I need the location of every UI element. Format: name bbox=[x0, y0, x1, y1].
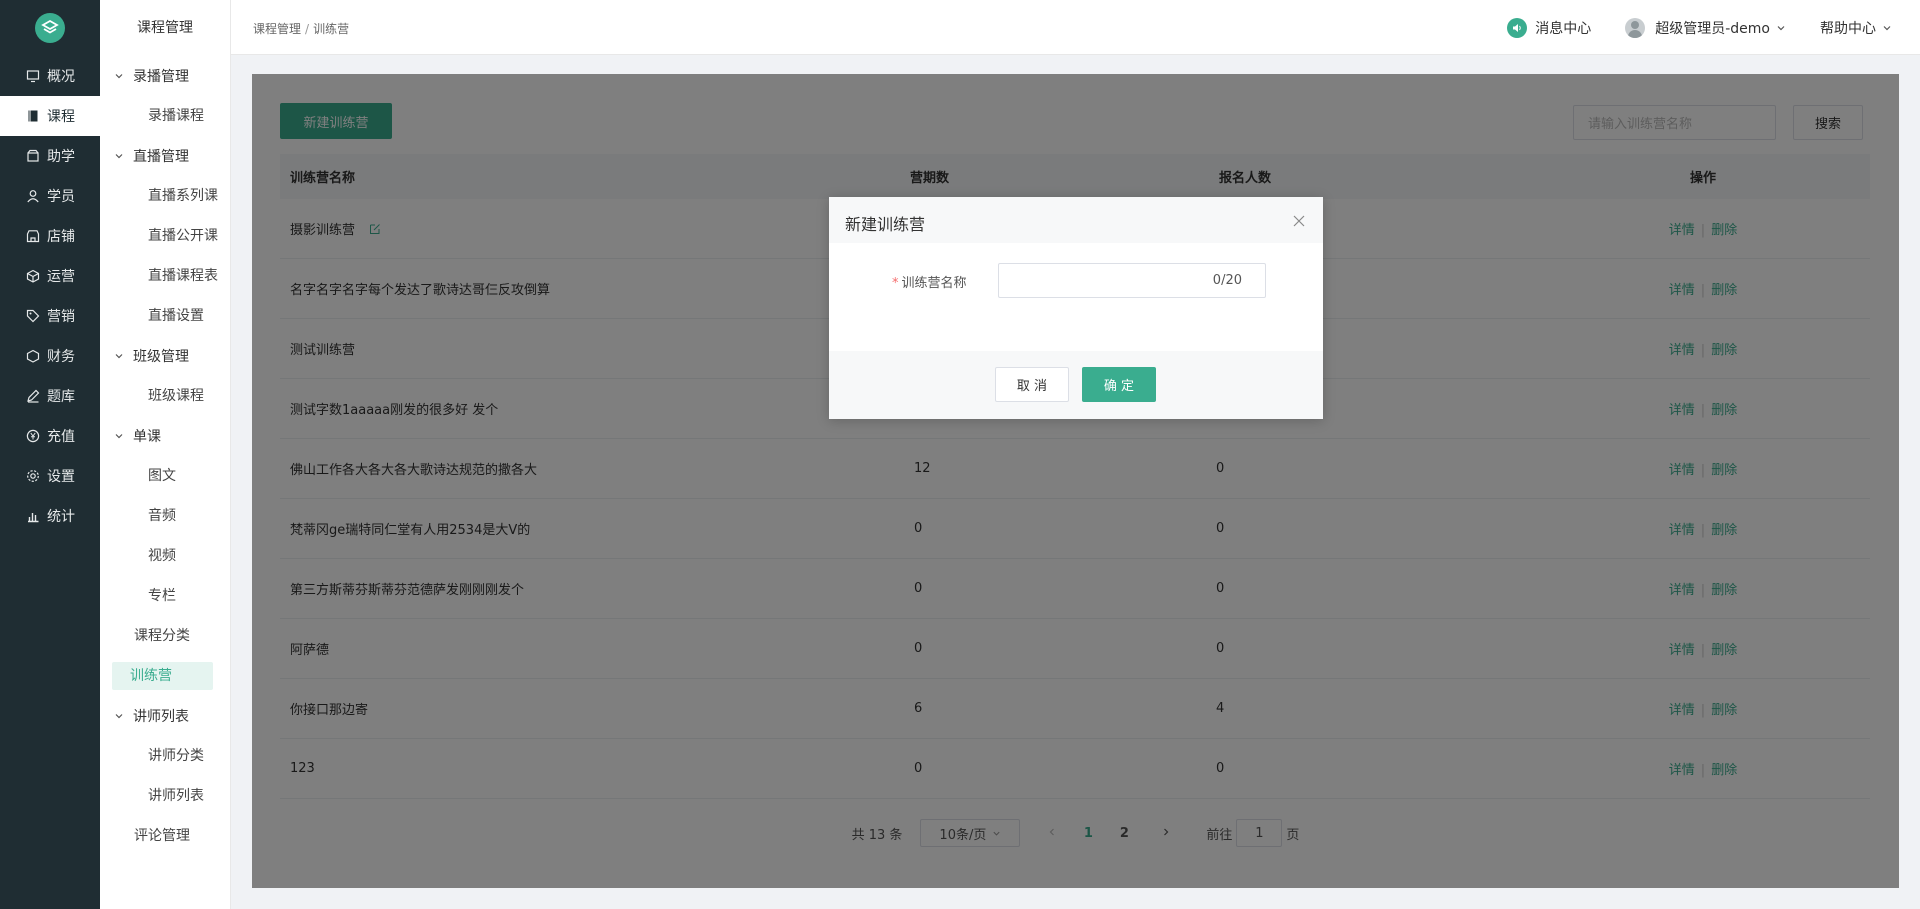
help-center-label: 帮助中心 bbox=[1820, 20, 1876, 37]
submenu-group-label: 直播管理 bbox=[133, 149, 189, 165]
chevron-down-icon bbox=[115, 714, 123, 719]
nav-item-label: 运营 bbox=[47, 269, 75, 285]
breadcrumb-current: 训练营 bbox=[313, 22, 350, 36]
submenu-item-article[interactable]: 图文 bbox=[100, 456, 230, 496]
submenu-group-recorded[interactable]: 录播管理 bbox=[100, 56, 230, 96]
top-header: 课程管理 / 训练营 消息中心 超级管理员-demo 帮助中心 bbox=[231, 0, 1920, 55]
submenu-item-column[interactable]: 专栏 bbox=[100, 576, 230, 616]
logo-icon bbox=[35, 13, 65, 43]
message-center-label: 消息中心 bbox=[1535, 20, 1592, 37]
submenu-group-lecturers[interactable]: 讲师列表 bbox=[100, 696, 230, 736]
main-nav-rail: 概况课程助学学员店铺运营营销财务题库充值设置统计 bbox=[0, 0, 100, 909]
wallet-icon bbox=[26, 349, 40, 363]
nav-item-9[interactable]: 充值 bbox=[0, 416, 100, 456]
nav-item-label: 店铺 bbox=[47, 229, 75, 245]
nav-item-label: 统计 bbox=[47, 509, 75, 525]
submenu-item-live-series[interactable]: 直播系列课 bbox=[100, 176, 230, 216]
submenu-item-class-courses[interactable]: 班级课程 bbox=[100, 376, 230, 416]
submenu-group-class[interactable]: 班级管理 bbox=[100, 336, 230, 376]
user-icon bbox=[26, 189, 40, 203]
course-submenu: 课程管理 录播管理 录播课程 直播管理 直播系列课 直播公开课 直播课程表 直播… bbox=[100, 0, 231, 909]
nav-item-4[interactable]: 店铺 bbox=[0, 216, 100, 256]
new-bootcamp-dialog: 新建训练营 * 训练营名称 0/20 取 消 确 定 bbox=[829, 197, 1323, 419]
submenu-item-recorded-courses[interactable]: 录播课程 bbox=[100, 96, 230, 136]
breadcrumb-item[interactable]: 课程管理 bbox=[253, 22, 301, 36]
dialog-header: 新建训练营 bbox=[829, 197, 1323, 243]
submenu-item-live-schedule[interactable]: 直播课程表 bbox=[100, 256, 230, 296]
help-center-menu[interactable]: 帮助中心 bbox=[1820, 18, 1892, 38]
yen-icon bbox=[26, 429, 40, 443]
bootcamp-name-input[interactable]: 0/20 bbox=[998, 263, 1266, 298]
bootcamp-name-label-text: 训练营名称 bbox=[901, 276, 967, 291]
dialog-footer: 取 消 确 定 bbox=[829, 351, 1323, 419]
chevron-down-icon bbox=[1777, 25, 1785, 30]
submenu-item-live-public[interactable]: 直播公开课 bbox=[100, 216, 230, 256]
submenu-group-single[interactable]: 单课 bbox=[100, 416, 230, 456]
submenu-group-label: 单课 bbox=[133, 429, 161, 445]
submenu-title: 课程管理 bbox=[137, 20, 193, 36]
chevron-down-icon bbox=[1883, 25, 1891, 30]
nav-item-2[interactable]: 助学 bbox=[0, 136, 100, 176]
chevron-down-icon bbox=[115, 354, 123, 359]
nav-item-7[interactable]: 财务 bbox=[0, 336, 100, 376]
store-icon bbox=[26, 229, 40, 243]
user-name: 超级管理员-demo bbox=[1655, 20, 1770, 37]
nav-item-label: 营销 bbox=[47, 309, 75, 325]
submenu-item-bootcamp[interactable]: 训练营 bbox=[112, 662, 213, 690]
submenu-group-label: 录播管理 bbox=[133, 69, 189, 85]
chevron-down-icon bbox=[115, 154, 123, 159]
user-menu[interactable]: 超级管理员-demo bbox=[1625, 17, 1786, 38]
submenu-item-video[interactable]: 视频 bbox=[100, 536, 230, 576]
box-icon bbox=[26, 149, 40, 163]
submenu-item-audio[interactable]: 音频 bbox=[100, 496, 230, 536]
nav-item-3[interactable]: 学员 bbox=[0, 176, 100, 216]
nav-item-0[interactable]: 概况 bbox=[0, 56, 100, 96]
dialog-body: * 训练营名称 0/20 bbox=[829, 243, 1323, 351]
chevron-down-icon bbox=[115, 434, 123, 439]
gear-icon bbox=[26, 469, 40, 483]
breadcrumb: 课程管理 / 训练营 bbox=[253, 20, 349, 37]
nav-item-1[interactable]: 课程 bbox=[0, 96, 100, 136]
avatar bbox=[1625, 17, 1646, 38]
app-logo[interactable] bbox=[0, 0, 100, 56]
nav-item-label: 充值 bbox=[47, 429, 75, 445]
book-icon bbox=[26, 109, 40, 123]
nav-item-label: 题库 bbox=[47, 389, 75, 405]
tag-icon bbox=[26, 309, 40, 323]
bootcamp-name-label: * 训练营名称 bbox=[892, 272, 967, 291]
chevron-down-icon bbox=[115, 74, 123, 79]
message-center-link[interactable]: 消息中心 bbox=[1507, 17, 1592, 38]
close-icon[interactable] bbox=[1293, 215, 1305, 227]
confirm-button[interactable]: 确 定 bbox=[1082, 367, 1156, 402]
submenu-group-label: 班级管理 bbox=[133, 349, 189, 365]
nav-item-10[interactable]: 设置 bbox=[0, 456, 100, 496]
required-mark: * bbox=[892, 276, 899, 291]
cancel-button[interactable]: 取 消 bbox=[995, 367, 1069, 402]
submenu-item-lecturer-categories[interactable]: 讲师分类 bbox=[100, 736, 230, 776]
nav-item-11[interactable]: 统计 bbox=[0, 496, 100, 536]
nav-item-label: 概况 bbox=[47, 69, 75, 85]
nav-item-5[interactable]: 运营 bbox=[0, 256, 100, 296]
speaker-icon bbox=[1507, 17, 1528, 38]
nav-item-label: 财务 bbox=[47, 349, 75, 365]
nav-item-label: 课程 bbox=[47, 109, 75, 125]
cube-icon bbox=[26, 269, 40, 283]
pen-icon bbox=[26, 389, 40, 403]
char-counter: 0/20 bbox=[1212, 273, 1242, 288]
submenu-group-live[interactable]: 直播管理 bbox=[100, 136, 230, 176]
bar-chart-icon bbox=[26, 509, 40, 523]
submenu-item-comments[interactable]: 评论管理 bbox=[100, 816, 230, 856]
breadcrumb-separator: / bbox=[305, 22, 310, 36]
nav-item-label: 助学 bbox=[47, 149, 75, 165]
monitor-icon bbox=[26, 69, 40, 83]
nav-item-8[interactable]: 题库 bbox=[0, 376, 100, 416]
submenu-group-label: 讲师列表 bbox=[133, 709, 189, 725]
submenu-item-live-settings[interactable]: 直播设置 bbox=[100, 296, 230, 336]
submenu-item-lecturer-list[interactable]: 讲师列表 bbox=[100, 776, 230, 816]
nav-item-label: 设置 bbox=[47, 469, 75, 485]
dialog-title: 新建训练营 bbox=[845, 215, 926, 234]
submenu-item-categories[interactable]: 课程分类 bbox=[100, 616, 230, 656]
nav-item-label: 学员 bbox=[47, 189, 75, 205]
nav-item-6[interactable]: 营销 bbox=[0, 296, 100, 336]
